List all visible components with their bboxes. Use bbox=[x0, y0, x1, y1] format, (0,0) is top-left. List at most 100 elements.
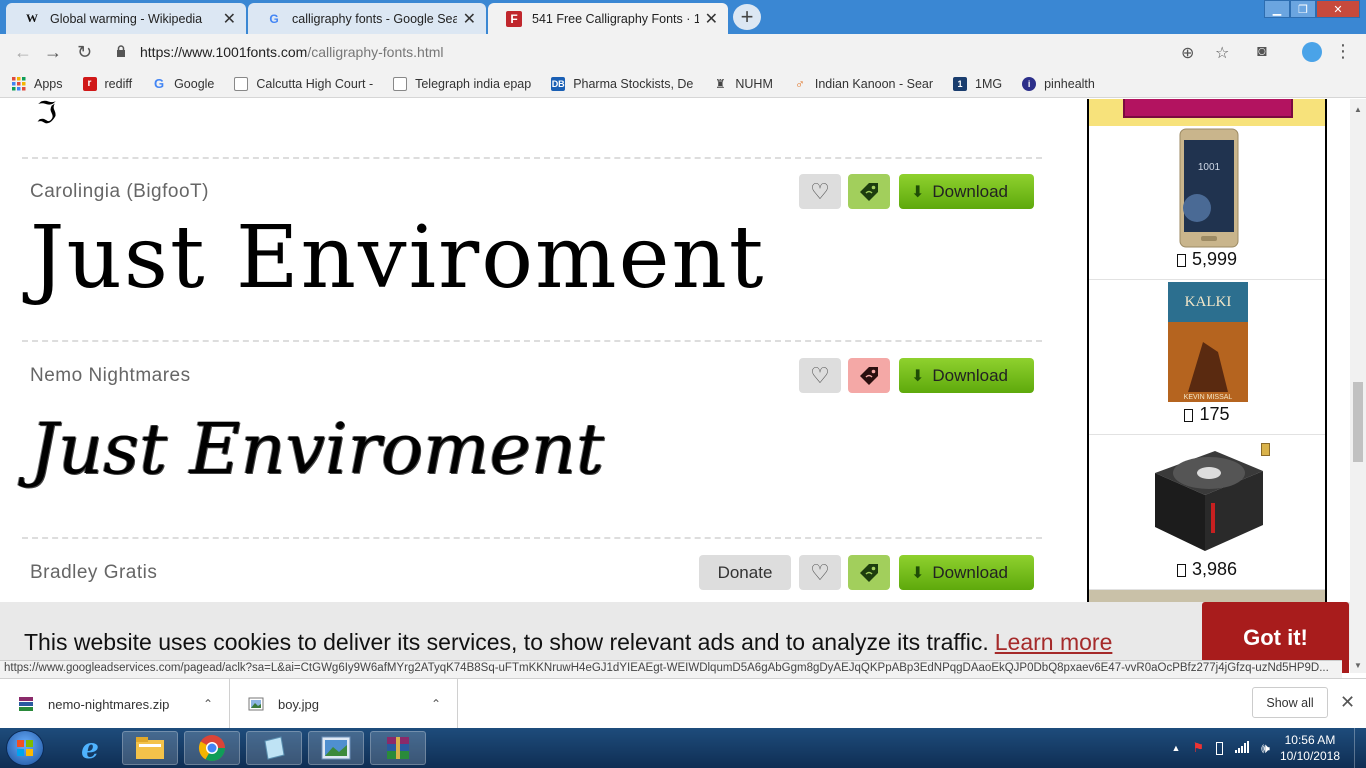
tab-title: Global warming - Wikipedia bbox=[50, 11, 203, 26]
tag-button[interactable] bbox=[848, 555, 890, 590]
wikipedia-favicon-icon: W bbox=[26, 11, 38, 25]
taskbar-photo-viewer[interactable] bbox=[308, 731, 364, 765]
chevron-up-icon[interactable]: ⌃ bbox=[431, 697, 441, 711]
download-shelf: nemo-nightmares.zip ⌃ boy.jpg ⌃ bbox=[0, 678, 1366, 729]
font-name-bradley-gratis[interactable]: Bradley Gratis bbox=[30, 562, 157, 584]
page-scrollbar[interactable]: ▲ ▼ bbox=[1350, 99, 1366, 673]
bookmark-label: Pharma Stockists, De bbox=[573, 76, 694, 91]
scroll-up-icon[interactable]: ▲ bbox=[1354, 105, 1362, 114]
taskbar-winrar[interactable] bbox=[370, 731, 426, 765]
tag-button[interactable] bbox=[848, 174, 890, 209]
download-button[interactable]: ⬇ Download bbox=[899, 555, 1034, 590]
download-item[interactable]: boy.jpg ⌃ bbox=[230, 679, 458, 729]
font-preview-nemo-nightmares[interactable]: Just Enviroment bbox=[30, 399, 604, 499]
tab-google-search[interactable]: G calligraphy fonts - Google Search ✕ bbox=[248, 3, 486, 34]
show-hidden-icons-icon[interactable]: ▲ bbox=[1172, 743, 1181, 753]
tag-button[interactable] bbox=[848, 358, 890, 393]
scroll-down-icon[interactable]: ▼ bbox=[1354, 661, 1362, 670]
close-download-shelf-icon[interactable]: ✕ bbox=[1340, 692, 1355, 713]
clock-date: 10/10/2018 bbox=[1279, 749, 1340, 763]
tab-strip: W Global warming - Wikipedia ✕ G calligr… bbox=[0, 0, 1366, 34]
window-controls: ▁ ❐ ✕ bbox=[1264, 0, 1360, 18]
download-filename: nemo-nightmares.zip bbox=[48, 696, 170, 712]
bookmark-1mg[interactable]: 1 1MG bbox=[953, 76, 1002, 91]
show-all-downloads-button[interactable]: Show all bbox=[1252, 687, 1328, 718]
ad-item-power-supply[interactable]: 3,986 bbox=[1089, 435, 1325, 590]
camera-icon[interactable]: ◙ bbox=[1257, 43, 1267, 61]
internet-explorer-icon: e bbox=[81, 731, 99, 765]
phone-image: 1001 bbox=[1179, 128, 1239, 248]
maximize-button[interactable]: ❐ bbox=[1290, 0, 1316, 18]
bookmark-nuhm[interactable]: ♜ NUHM bbox=[713, 77, 773, 91]
bookmark-star-icon[interactable]: ☆ bbox=[1215, 43, 1229, 63]
tab-close-icon[interactable]: ✕ bbox=[223, 9, 236, 29]
tab-1001fonts[interactable]: F 541 Free Calligraphy Fonts · 1001 ✕ bbox=[488, 3, 728, 34]
action-center-flag-icon[interactable]: ⚑ bbox=[1192, 740, 1204, 756]
bookmark-google[interactable]: G Google bbox=[152, 76, 214, 91]
donate-button[interactable]: Donate bbox=[699, 555, 791, 590]
scroll-thumb[interactable] bbox=[1353, 382, 1363, 462]
db-icon: DB bbox=[551, 76, 566, 91]
address-bar[interactable]: https://www.1001fonts.com/calligraphy-fo… bbox=[108, 38, 1214, 66]
sidebar-ad[interactable]: 1001 5,999 KALKI KEVIN MISSAL 175 3,986 bbox=[1087, 99, 1327, 602]
page-content: ℑ Carolingia (BigfooT) ♡ ⬇ Download Just… bbox=[0, 99, 1350, 602]
minimize-button[interactable]: ▁ bbox=[1264, 0, 1290, 18]
lock-icon bbox=[116, 44, 128, 60]
tab-close-icon[interactable]: ✕ bbox=[705, 9, 718, 29]
font-name-carolingia[interactable]: Carolingia (BigfooT) bbox=[30, 181, 209, 203]
volume-icon[interactable]: 🕪 bbox=[1261, 740, 1270, 757]
taskbar-file-explorer[interactable] bbox=[122, 731, 178, 765]
font-divider bbox=[22, 340, 1042, 342]
zoom-icon[interactable]: ⊕ bbox=[1181, 43, 1194, 63]
bookmark-rediff[interactable]: r rediff bbox=[82, 76, 132, 91]
browser-toolbar: ← → ↻ https://www.1001fonts.com/calligra… bbox=[0, 34, 1366, 70]
favorite-button[interactable]: ♡ bbox=[799, 358, 841, 393]
new-tab-button[interactable]: + bbox=[733, 4, 761, 30]
download-arrow-icon: ⬇ bbox=[911, 183, 925, 201]
download-button[interactable]: ⬇ Download bbox=[899, 174, 1034, 209]
chevron-up-icon[interactable]: ⌃ bbox=[203, 697, 213, 711]
favorite-button[interactable]: ♡ bbox=[799, 174, 841, 209]
ad-item-book[interactable]: KALKI KEVIN MISSAL 175 bbox=[1089, 280, 1325, 435]
chrome-menu-icon[interactable]: ⋮ bbox=[1334, 41, 1352, 62]
learn-more-link[interactable]: Learn more bbox=[995, 629, 1113, 655]
taskbar-notepad[interactable] bbox=[246, 731, 302, 765]
ad-item-phone[interactable]: 1001 5,999 bbox=[1089, 126, 1325, 280]
bookmark-apps[interactable]: Apps bbox=[12, 76, 63, 91]
apps-grid-icon bbox=[12, 76, 26, 91]
forward-button[interactable]: → bbox=[44, 42, 62, 63]
start-button[interactable] bbox=[6, 730, 44, 766]
profile-avatar[interactable] bbox=[1302, 42, 1322, 62]
favorite-button[interactable]: ♡ bbox=[799, 555, 841, 590]
back-button[interactable]: ← bbox=[14, 42, 32, 63]
tab-wikipedia[interactable]: W Global warming - Wikipedia ✕ bbox=[6, 3, 246, 34]
bookmark-pinhealth[interactable]: i pinhealth bbox=[1022, 76, 1095, 91]
bookmark-calcutta-high-court[interactable]: Calcutta High Court - bbox=[234, 76, 373, 91]
tab-close-icon[interactable]: ✕ bbox=[463, 9, 476, 29]
show-desktop-button[interactable] bbox=[1354, 728, 1366, 768]
font-preview-carolingia[interactable]: Just Enviroment bbox=[30, 204, 765, 312]
bookmarks-bar: Apps r rediff G Google Calcutta High Cou… bbox=[0, 70, 1366, 98]
taskbar-internet-explorer[interactable]: e bbox=[62, 731, 118, 765]
reload-button[interactable]: ↻ bbox=[77, 42, 92, 63]
download-item[interactable]: nemo-nightmares.zip ⌃ bbox=[0, 679, 230, 729]
price-tag-icon bbox=[860, 563, 878, 582]
window-close-button[interactable]: ✕ bbox=[1316, 0, 1360, 18]
bookmark-indian-kanoon[interactable]: ♂ Indian Kanoon - Sear bbox=[793, 76, 933, 91]
tab-title: 541 Free Calligraphy Fonts · 1001 bbox=[532, 11, 699, 26]
bookmark-telegraph[interactable]: Telegraph india epap bbox=[393, 76, 531, 91]
cookie-banner: This website uses cookies to deliver its… bbox=[0, 602, 1350, 673]
currency-icon bbox=[1176, 253, 1186, 267]
download-button[interactable]: ⬇ Download bbox=[899, 358, 1034, 393]
font-name-nemo-nightmares[interactable]: Nemo Nightmares bbox=[30, 365, 191, 387]
battery-icon[interactable] bbox=[1216, 741, 1224, 755]
network-signal-icon[interactable] bbox=[1235, 740, 1250, 756]
ad-price: 175 bbox=[1089, 404, 1325, 425]
taskbar-chrome[interactable] bbox=[184, 731, 240, 765]
ad-choices-icon[interactable] bbox=[1261, 443, 1270, 456]
download-filename: boy.jpg bbox=[278, 696, 319, 712]
rediff-icon: r bbox=[82, 76, 97, 91]
bookmark-pharma-stockists[interactable]: DB Pharma Stockists, De bbox=[551, 76, 694, 91]
font-divider bbox=[22, 537, 1042, 539]
clock[interactable]: 10:56 AM 10/10/2018 bbox=[1280, 732, 1340, 764]
